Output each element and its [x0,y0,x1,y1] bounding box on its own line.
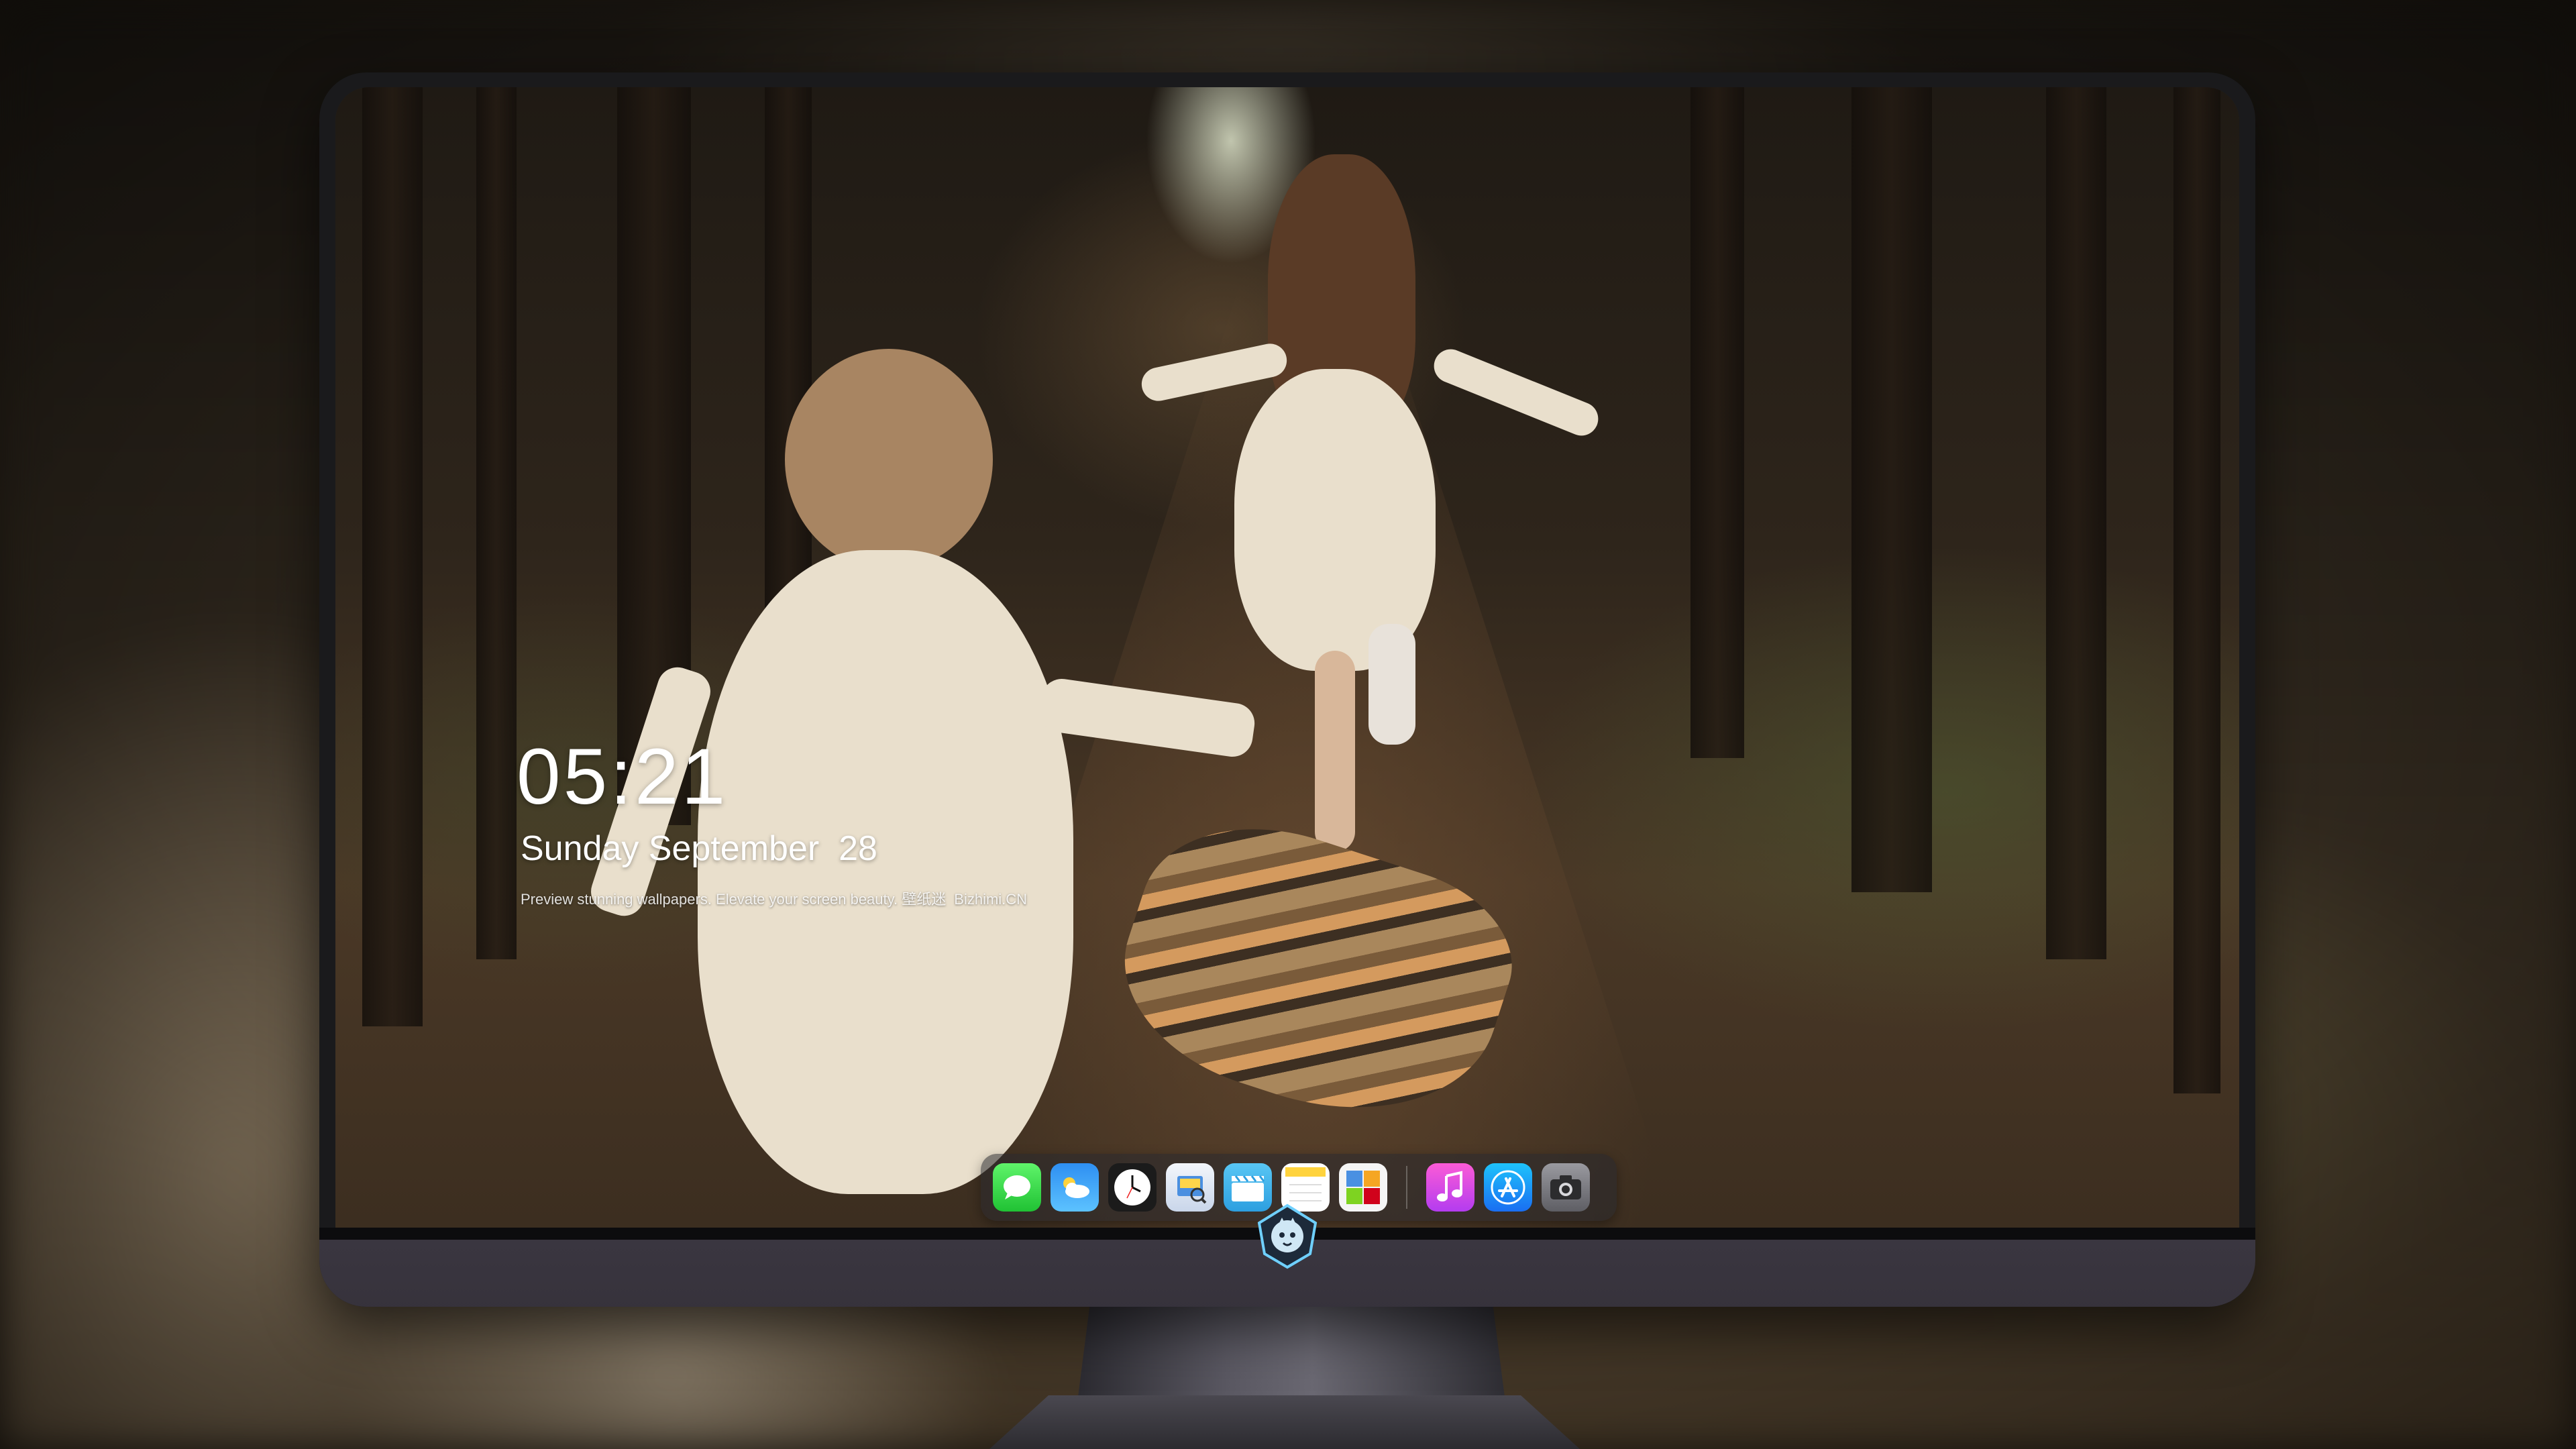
music-icon[interactable] [1426,1163,1474,1212]
weather-icon[interactable] [1051,1163,1099,1212]
caption-site[interactable]: Bizhimi.CN [954,891,1027,908]
app-store-icon[interactable] [1484,1163,1532,1212]
lock-screen[interactable]: 05:21 Sunday September 28 Preview stunni… [335,87,2239,1228]
imac-monitor: 05:21 Sunday September 28 Preview stunni… [319,72,2255,1307]
preview-icon[interactable] [1166,1163,1214,1212]
caption-text: Preview stunning wallpapers. Elevate you… [521,891,898,908]
monitor-stand-neck [1077,1307,1506,1407]
photo-booth-icon[interactable] [1339,1163,1387,1212]
lock-date: Sunday September 28 [521,829,877,868]
monitor-stand-base [989,1395,1580,1449]
wallpaper [335,87,2239,1228]
older-girl-dress [1234,369,1436,671]
camera-icon[interactable] [1542,1163,1590,1212]
younger-girl-hair [785,349,993,570]
lock-time: 05:21 [517,733,729,821]
younger-girl-dress [698,550,1073,1194]
wallpaper-caption: Preview stunning wallpapers. Elevate you… [521,888,1027,909]
messages-icon[interactable] [993,1163,1041,1212]
caption-link[interactable]: 壁纸迷 [902,891,946,908]
clock-icon[interactable] [1108,1163,1157,1212]
dock-separator [1406,1166,1407,1209]
brand-logo-icon [1254,1203,1321,1270]
